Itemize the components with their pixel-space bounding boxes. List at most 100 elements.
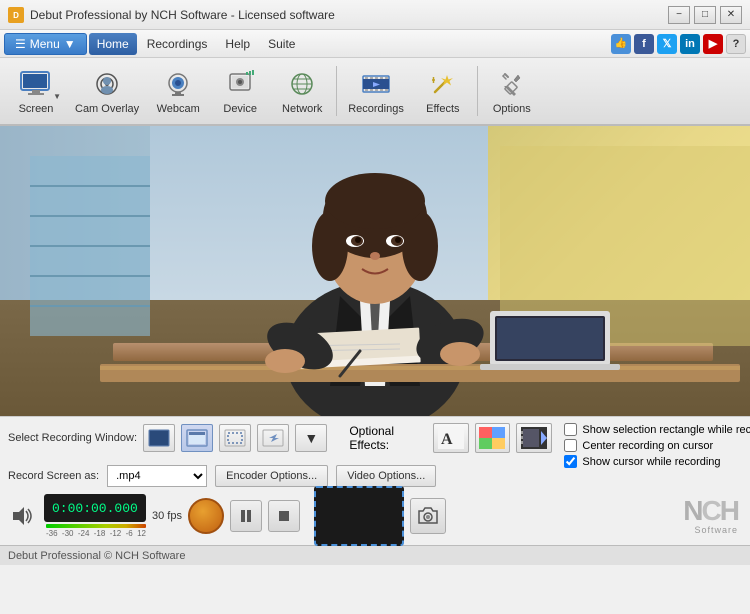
menu-bar: ☰ Menu ▼ Home Recordings Help Suite 👍 f … bbox=[0, 30, 750, 58]
toolbar-recordings-button[interactable]: Recordings bbox=[341, 62, 411, 120]
pause-button[interactable] bbox=[230, 500, 262, 532]
fps-value: 30 fps bbox=[152, 509, 182, 523]
help-icon[interactable]: ? bbox=[726, 34, 746, 54]
options-icon bbox=[496, 68, 528, 100]
auto-detect-btn[interactable] bbox=[257, 424, 289, 452]
transport-row: 0:00:00.000 -36 -30 -24 -18 -12 -6 12 30… bbox=[8, 493, 742, 539]
show-cursor-checkbox[interactable] bbox=[564, 455, 577, 468]
cam-overlay-label: Cam Overlay bbox=[75, 103, 139, 115]
camera-snapshot-button[interactable] bbox=[410, 498, 446, 534]
network-label: Network bbox=[282, 103, 322, 115]
volume-button[interactable] bbox=[8, 501, 38, 531]
close-button[interactable]: ✕ bbox=[720, 6, 742, 24]
checkbox-row-1: Show selection rectangle while recording bbox=[564, 423, 750, 436]
toolbar-effects-button[interactable]: Effects bbox=[413, 62, 473, 120]
maximize-button[interactable]: □ bbox=[694, 6, 716, 24]
format-select[interactable]: .mp4 bbox=[107, 465, 207, 487]
time-level-group: 0:00:00.000 -36 -30 -24 -18 -12 -6 12 bbox=[44, 494, 146, 538]
social-icon-4[interactable]: ▶ bbox=[703, 34, 723, 54]
device-label: Device bbox=[223, 103, 257, 115]
format-label: Record Screen as: bbox=[8, 470, 99, 482]
nch-software-label: Software bbox=[694, 525, 738, 535]
checkbox-row-3: Show cursor while recording bbox=[564, 455, 750, 468]
menu-icon: ☰ bbox=[15, 37, 26, 51]
facebook-like-icon[interactable]: 👍 bbox=[611, 34, 631, 54]
center-recording-checkbox[interactable] bbox=[564, 439, 577, 452]
toolbar-cam-overlay-button[interactable]: Cam Overlay bbox=[68, 62, 146, 120]
menu-dropdown[interactable]: ☰ Menu ▼ bbox=[4, 33, 87, 55]
twitter-icon[interactable]: 𝕏 bbox=[657, 34, 677, 54]
title-bar: D Debut Professional by NCH Software - L… bbox=[0, 0, 750, 30]
window-title: Debut Professional by NCH Software - Lic… bbox=[30, 8, 668, 22]
linkedin-icon[interactable]: in bbox=[680, 34, 700, 54]
fps-display: 30 fps bbox=[152, 509, 182, 523]
effects-icon bbox=[427, 68, 459, 100]
facebook-icon[interactable]: f bbox=[634, 34, 654, 54]
video-preview bbox=[0, 126, 750, 416]
stop-button[interactable] bbox=[268, 500, 300, 532]
effects-label: Effects bbox=[426, 103, 459, 115]
video-effect-btn[interactable] bbox=[516, 423, 552, 453]
recording-row: Select Recording Window: bbox=[8, 423, 552, 453]
more-arrow: ▼ bbox=[304, 430, 318, 446]
region-select-btn[interactable] bbox=[219, 424, 251, 452]
screen-icon bbox=[20, 68, 52, 100]
video-scene bbox=[0, 126, 750, 416]
toolbar-options-button[interactable]: Options bbox=[482, 62, 542, 120]
menu-item-recordings[interactable]: Recordings bbox=[139, 33, 216, 55]
text-effect-btn[interactable]: A bbox=[433, 423, 469, 453]
cam-overlay-icon bbox=[91, 68, 123, 100]
level-numbers: -36 -30 -24 -18 -12 -6 12 bbox=[46, 529, 146, 538]
toolbar-screen-button[interactable]: Screen ▼ bbox=[6, 62, 66, 120]
toolbar-network-button[interactable]: Network bbox=[272, 62, 332, 120]
video-options-button[interactable]: Video Options... bbox=[336, 465, 436, 487]
time-value: 0:00:00.000 bbox=[52, 501, 138, 516]
left-controls: Select Recording Window: bbox=[8, 423, 552, 493]
nch-logo: NCH Software bbox=[683, 497, 742, 535]
screen-label: Screen bbox=[19, 103, 54, 115]
status-bar: Debut Professional © NCH Software bbox=[0, 545, 750, 565]
right-controls: Show selection rectangle while recording… bbox=[562, 423, 750, 468]
options-label: Options bbox=[493, 103, 531, 115]
device-icon bbox=[224, 68, 256, 100]
menu-item-help[interactable]: Help bbox=[217, 33, 258, 55]
recordings-label: Recordings bbox=[348, 103, 404, 115]
top-controls-row: Select Recording Window: bbox=[8, 423, 742, 493]
color-effect-btn[interactable] bbox=[475, 423, 511, 453]
toolbar-device-button[interactable]: Device bbox=[210, 62, 270, 120]
checkbox-row-2: Center recording on cursor bbox=[564, 439, 750, 452]
webcam-icon bbox=[162, 68, 194, 100]
scene-person-svg bbox=[0, 126, 750, 416]
window-controls: − □ ✕ bbox=[668, 6, 742, 24]
show-selection-label: Show selection rectangle while recording bbox=[582, 424, 750, 436]
show-cursor-label: Show cursor while recording bbox=[582, 456, 720, 468]
status-text: Debut Professional © NCH Software bbox=[8, 550, 185, 562]
checkboxes-section: Show selection rectangle while recording… bbox=[564, 423, 750, 468]
spinner-button[interactable] bbox=[188, 498, 224, 534]
window-select-btn[interactable] bbox=[181, 424, 213, 452]
svg-text:A: A bbox=[441, 431, 453, 448]
encoder-options-button[interactable]: Encoder Options... bbox=[215, 465, 328, 487]
preview-box bbox=[314, 486, 404, 546]
toolbar: Screen ▼ Cam Overlay bbox=[0, 58, 750, 126]
screen-dropdown-arrow: ▼ bbox=[53, 92, 61, 101]
menu-label: Menu bbox=[30, 37, 60, 51]
toolbar-webcam-button[interactable]: Webcam bbox=[148, 62, 208, 120]
menu-item-suite[interactable]: Suite bbox=[260, 33, 303, 55]
bottom-controls: Select Recording Window: bbox=[0, 416, 750, 545]
network-icon bbox=[286, 68, 318, 100]
social-icons: 👍 f 𝕏 in ▶ ? bbox=[611, 34, 746, 54]
nch-letters: NCH bbox=[683, 497, 738, 525]
recordings-icon bbox=[360, 68, 392, 100]
menu-item-home[interactable]: Home bbox=[89, 33, 137, 55]
minimize-button[interactable]: − bbox=[668, 6, 690, 24]
format-row: Record Screen as: .mp4 Encoder Options..… bbox=[8, 465, 552, 487]
show-selection-checkbox[interactable] bbox=[564, 423, 577, 436]
fullscreen-select-btn[interactable] bbox=[143, 424, 175, 452]
svg-text:D: D bbox=[13, 11, 19, 20]
level-meter: -36 -30 -24 -18 -12 -6 12 bbox=[46, 524, 146, 538]
time-display: 0:00:00.000 bbox=[44, 494, 146, 522]
more-options-btn[interactable]: ▼ bbox=[295, 424, 327, 452]
menu-arrow: ▼ bbox=[64, 37, 76, 51]
recording-label: Select Recording Window: bbox=[8, 432, 137, 444]
